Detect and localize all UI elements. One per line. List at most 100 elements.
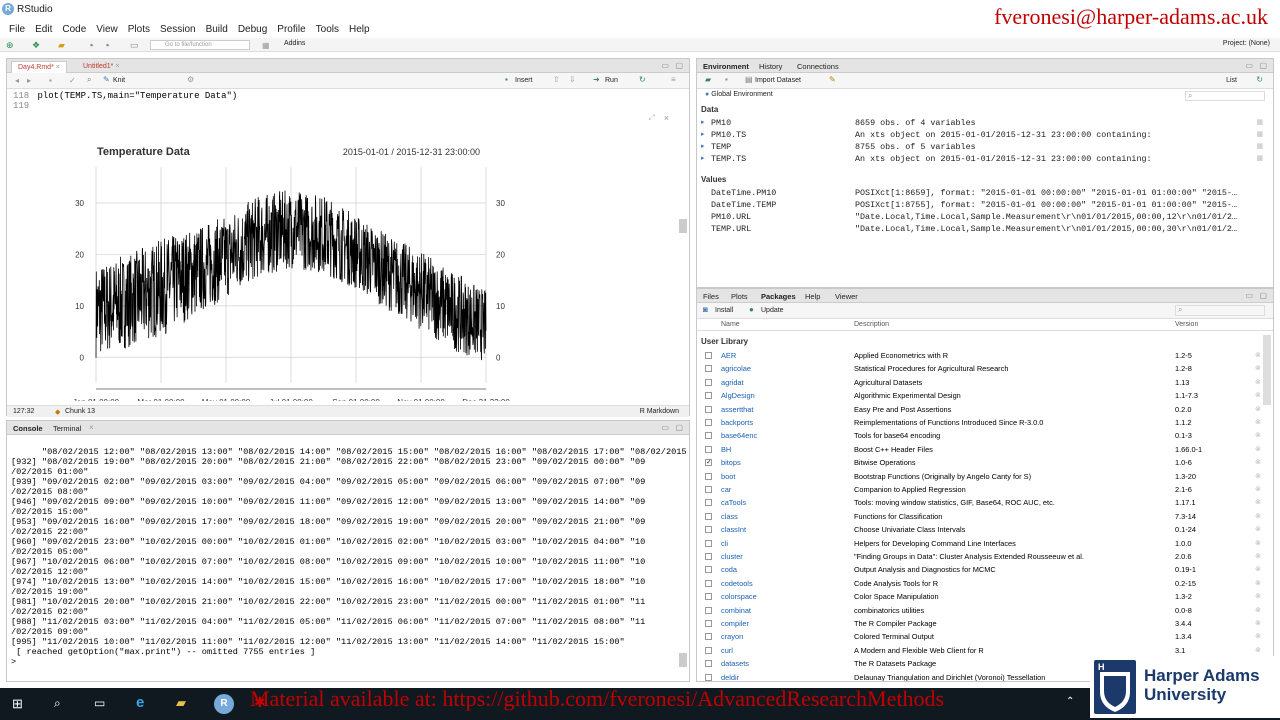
environment-row[interactable]: ▸ PM10 8659 obs. of 4 variables ▦	[697, 117, 1273, 129]
environment-search-input[interactable]: ⌕	[1185, 91, 1265, 101]
package-checkbox[interactable]	[705, 378, 712, 386]
package-row[interactable]: ✓ bitops Bitwise Operations 1.0-6 ⊗	[697, 456, 1267, 469]
package-checkbox[interactable]	[705, 660, 712, 668]
package-row[interactable]: caTools Tools: moving window statistics, …	[697, 496, 1267, 509]
tab-day4-rmd[interactable]: Day4.Rmd* ×	[11, 61, 67, 73]
package-row[interactable]: boot Bootstrap Functions (Originally by A…	[697, 470, 1267, 483]
package-name-link[interactable]: backports	[721, 418, 753, 427]
maximize-icon[interactable]: ▢	[675, 423, 683, 432]
package-checkbox[interactable]	[705, 673, 712, 681]
package-checkbox[interactable]	[705, 499, 712, 507]
package-row[interactable]: crayon Colored Terminal Output 1.3.4 ⊗	[697, 630, 1267, 643]
knit-icon[interactable]: ✎	[103, 75, 110, 84]
run-button[interactable]: Run	[605, 77, 618, 84]
remove-package-icon[interactable]: ⊗	[1255, 539, 1261, 547]
insert-chunk-icon[interactable]: ▪	[505, 75, 508, 84]
remove-package-icon[interactable]: ⊗	[1255, 364, 1261, 372]
update-icon[interactable]: ●	[749, 305, 754, 314]
package-name-link[interactable]: car	[721, 485, 731, 494]
package-row[interactable]: combinat combinatorics utilities 0.0-8 ⊗	[697, 604, 1267, 617]
new-project-icon[interactable]: ❖	[32, 40, 40, 51]
search-icon[interactable]: ⌕	[54, 696, 61, 711]
package-name-link[interactable]: class	[721, 512, 738, 521]
environment-scope[interactable]: ● Global Environment	[705, 91, 773, 98]
search-icon[interactable]: ⌕	[87, 75, 91, 85]
save-icon[interactable]: ▪	[49, 76, 52, 85]
new-file-icon[interactable]: ⊕	[6, 40, 14, 51]
remove-package-icon[interactable]: ⊗	[1255, 525, 1261, 533]
package-name-link[interactable]: bitops	[721, 458, 741, 467]
close-icon[interactable]: ×	[664, 113, 669, 123]
package-checkbox[interactable]	[705, 472, 712, 480]
expand-arrow-icon[interactable]: ▸	[701, 154, 705, 162]
package-row[interactable]: car Companion to Applied Regression 2.1-6 ⊗	[697, 483, 1267, 496]
package-row[interactable]: base64enc Tools for base64 encoding 0.1-3 ⊗	[697, 429, 1267, 442]
task-view-icon[interactable]: ▭	[94, 696, 105, 710]
forward-arrow-icon[interactable]: ▸	[27, 76, 31, 85]
expand-arrow-icon[interactable]: ▸	[701, 142, 705, 150]
remove-package-icon[interactable]: ⊗	[1255, 485, 1261, 493]
insert-button[interactable]: Insert	[515, 77, 533, 84]
close-icon[interactable]: ×	[115, 63, 119, 70]
package-name-link[interactable]: caTools	[721, 498, 746, 507]
package-row[interactable]: cluster "Finding Groups in Data": Cluster…	[697, 550, 1267, 563]
back-arrow-icon[interactable]: ◂	[15, 76, 19, 85]
environment-row[interactable]: ▸ TEMP 8755 obs. of 5 variables ▦	[697, 141, 1273, 153]
broom-icon[interactable]: ✎	[829, 75, 836, 84]
package-row[interactable]: class Functions for Classification 7.3-14 ⊗	[697, 510, 1267, 523]
remove-package-icon[interactable]: ⊗	[1255, 378, 1261, 386]
rerun-icon[interactable]: ↻	[639, 75, 646, 84]
package-name-link[interactable]: boot	[721, 472, 735, 481]
remove-package-icon[interactable]: ⊗	[1255, 498, 1261, 506]
package-name-link[interactable]: combinat	[721, 606, 751, 615]
package-name-link[interactable]: deldir	[721, 673, 739, 681]
maximize-icon[interactable]: ▢	[1259, 61, 1267, 70]
package-row[interactable]: classInt Choose Univariate Class Interval…	[697, 523, 1267, 536]
menu-plots[interactable]: Plots	[128, 24, 150, 35]
package-checkbox[interactable]	[705, 445, 712, 453]
install-button[interactable]: Install	[715, 307, 733, 314]
package-row[interactable]: BH Boost C++ Header Files 1.66.0-1 ⊗	[697, 443, 1267, 456]
scrollbar[interactable]	[679, 653, 687, 667]
tray-chevron-icon[interactable]: ⌃	[1066, 696, 1074, 707]
package-name-link[interactable]: base64enc	[721, 431, 757, 440]
minimize-icon[interactable]: ▭	[1245, 61, 1253, 70]
tab-environment[interactable]: Environment	[703, 62, 749, 71]
file-explorer-icon[interactable]: ▰	[176, 695, 186, 711]
environment-row[interactable]: ▸ TEMP.TS An xts object on 2015-01-01/2015…	[697, 153, 1273, 165]
package-name-link[interactable]: crayon	[721, 632, 743, 641]
package-checkbox[interactable]	[705, 392, 712, 400]
package-name-link[interactable]: AlgDesign	[721, 391, 755, 400]
col-description[interactable]: Description	[854, 321, 889, 328]
tab-untitled1[interactable]: Untitled1* ×	[77, 61, 125, 73]
remove-package-icon[interactable]: ⊗	[1255, 431, 1261, 439]
package-checkbox[interactable]	[705, 419, 712, 426]
tab-connections[interactable]: Connections	[797, 62, 839, 71]
menu-tools[interactable]: Tools	[316, 24, 339, 35]
package-checkbox[interactable]	[705, 512, 712, 520]
package-checkbox[interactable]	[705, 566, 712, 574]
spellcheck-icon[interactable]: ✓	[69, 76, 76, 85]
remove-package-icon[interactable]: ⊗	[1255, 632, 1261, 640]
view-data-icon[interactable]: ▦	[1256, 142, 1263, 150]
package-checkbox[interactable]	[705, 539, 712, 547]
col-version[interactable]: Version	[1175, 321, 1198, 328]
file-type-selector[interactable]: R Markdown	[640, 408, 679, 415]
package-checkbox[interactable]	[705, 606, 712, 614]
menu-profile[interactable]: Profile	[277, 24, 305, 35]
package-row[interactable]: AER Applied Econometrics with R 1.2-5 ⊗	[697, 349, 1267, 362]
package-checkbox[interactable]	[705, 553, 712, 560]
col-name[interactable]: Name	[721, 321, 740, 328]
package-name-link[interactable]: assertthat	[721, 405, 753, 414]
package-name-link[interactable]: BH	[721, 445, 731, 454]
load-workspace-icon[interactable]: ▰	[705, 75, 711, 84]
open-folder-icon[interactable]: ▰	[58, 40, 65, 51]
package-name-link[interactable]: agricolae	[721, 364, 751, 373]
windows-start-icon[interactable]: ⊞	[12, 696, 23, 712]
package-row[interactable]: assertthat Easy Pre and Post Assertions 0.…	[697, 403, 1267, 416]
package-row[interactable]: compiler The R Compiler Package 3.4.4 ⊗	[697, 617, 1267, 630]
package-checkbox[interactable]	[705, 633, 712, 641]
package-row[interactable]: cli Helpers for Developing Command Line I…	[697, 537, 1267, 550]
remove-package-icon[interactable]: ⊗	[1255, 445, 1261, 453]
tab-plots[interactable]: Plots	[731, 292, 748, 301]
